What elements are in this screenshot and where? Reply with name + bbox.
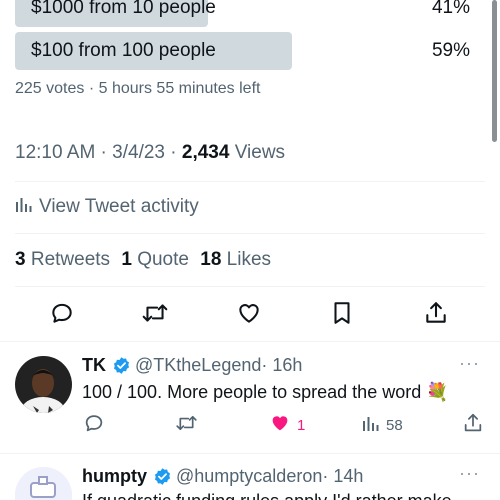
poll-option-percent: 41% [431, 0, 470, 18]
more-options-icon[interactable]: ··· [459, 463, 480, 484]
reply-button[interactable] [47, 300, 77, 330]
reply-author-name[interactable]: TK [82, 355, 106, 376]
reply-action-bar: 1 58 [82, 412, 482, 438]
reply-text: 100 / 100. More people to spread the wor… [82, 382, 449, 402]
reply-icon [83, 412, 105, 438]
reply-button[interactable] [83, 412, 105, 438]
avatar[interactable] [15, 356, 72, 413]
views-count: 2,434 [181, 142, 230, 163]
reply-author-name[interactable]: humpty [82, 466, 147, 487]
share-icon [423, 300, 449, 331]
like-button[interactable] [234, 300, 264, 330]
tweet-stats: 3 Retweets 1 Quote 18 Likes [15, 249, 271, 271]
poll-option-percent: 59% [431, 40, 470, 61]
reply-author-handle[interactable]: @humptycalderon [176, 466, 322, 487]
poll-option-2: $100 from 100 people 59% [15, 32, 470, 70]
retweets-label: Retweets [30, 249, 111, 270]
views-count: 58 [386, 416, 403, 434]
poll-option-label: $100 from 100 people [31, 40, 216, 61]
share-button[interactable] [421, 300, 451, 330]
retweets-stat[interactable]: 3 Retweets [15, 249, 110, 270]
view-tweet-activity-label: View Tweet activity [39, 196, 199, 217]
divider [15, 233, 485, 234]
reply-time[interactable]: · 16h [261, 355, 302, 376]
more-options-icon[interactable]: ··· [459, 353, 480, 374]
poll-meta: 225 votes · 5 hours 55 minutes left [15, 80, 261, 97]
retweet-button[interactable] [140, 300, 170, 330]
views-button[interactable]: 58 [362, 412, 403, 438]
liked-heart-icon [269, 412, 291, 438]
poll-option-label: $1000 from 10 people [31, 0, 216, 18]
bookmark-icon [330, 300, 354, 331]
reply-icon [49, 300, 75, 331]
share-button[interactable] [462, 412, 484, 438]
reply-tweet[interactable]: TK @TKtheLegend · 16h ··· 100 / 100. Mor… [0, 341, 500, 453]
quotes-count: 1 [121, 249, 132, 270]
like-count: 1 [297, 416, 306, 434]
quotes-stat[interactable]: 1 Quote [121, 249, 189, 270]
views-label: Views [229, 142, 286, 163]
bookmark-button[interactable] [327, 300, 357, 330]
analytics-icon [362, 414, 380, 436]
verified-icon [153, 467, 172, 486]
divider [15, 286, 485, 287]
share-icon [462, 412, 484, 438]
reply-tweet[interactable]: humpty @humptycalderon · 14h ··· If quad… [0, 453, 500, 500]
verified-icon [112, 356, 131, 375]
divider [15, 181, 485, 182]
retweets-count: 3 [15, 249, 26, 270]
retweet-button[interactable] [175, 412, 198, 438]
poll-option-1: $1000 from 10 people 41% [15, 0, 470, 27]
tweet-time: 12:10 AM · 3/4/23 · [15, 142, 182, 163]
retweet-icon [141, 300, 169, 331]
reply-header: humpty @humptycalderon · 14h [82, 466, 363, 487]
quotes-label: Quote [137, 249, 189, 270]
tweet-timestamp: 12:10 AM · 3/4/23 · 2,434 Views [15, 142, 285, 164]
scrollbar-thumb[interactable] [492, 0, 497, 142]
like-icon [236, 300, 262, 331]
avatar[interactable] [15, 467, 72, 500]
likes-stat[interactable]: 18 Likes [200, 249, 271, 270]
retweet-icon [175, 412, 198, 438]
reply-time[interactable]: · 14h [322, 466, 363, 487]
like-button[interactable]: 1 [269, 412, 305, 438]
likes-label: Likes [226, 249, 272, 270]
reply-header: TK @TKtheLegend · 16h [82, 355, 302, 376]
tweet-action-bar [0, 300, 500, 330]
view-tweet-activity-link[interactable]: View Tweet activity [15, 194, 199, 220]
likes-count: 18 [200, 249, 222, 270]
reply-text: If quadratic funding rules apply I'd rat… [82, 491, 452, 500]
reply-author-handle[interactable]: @TKtheLegend [135, 355, 261, 376]
analytics-icon [15, 195, 33, 219]
